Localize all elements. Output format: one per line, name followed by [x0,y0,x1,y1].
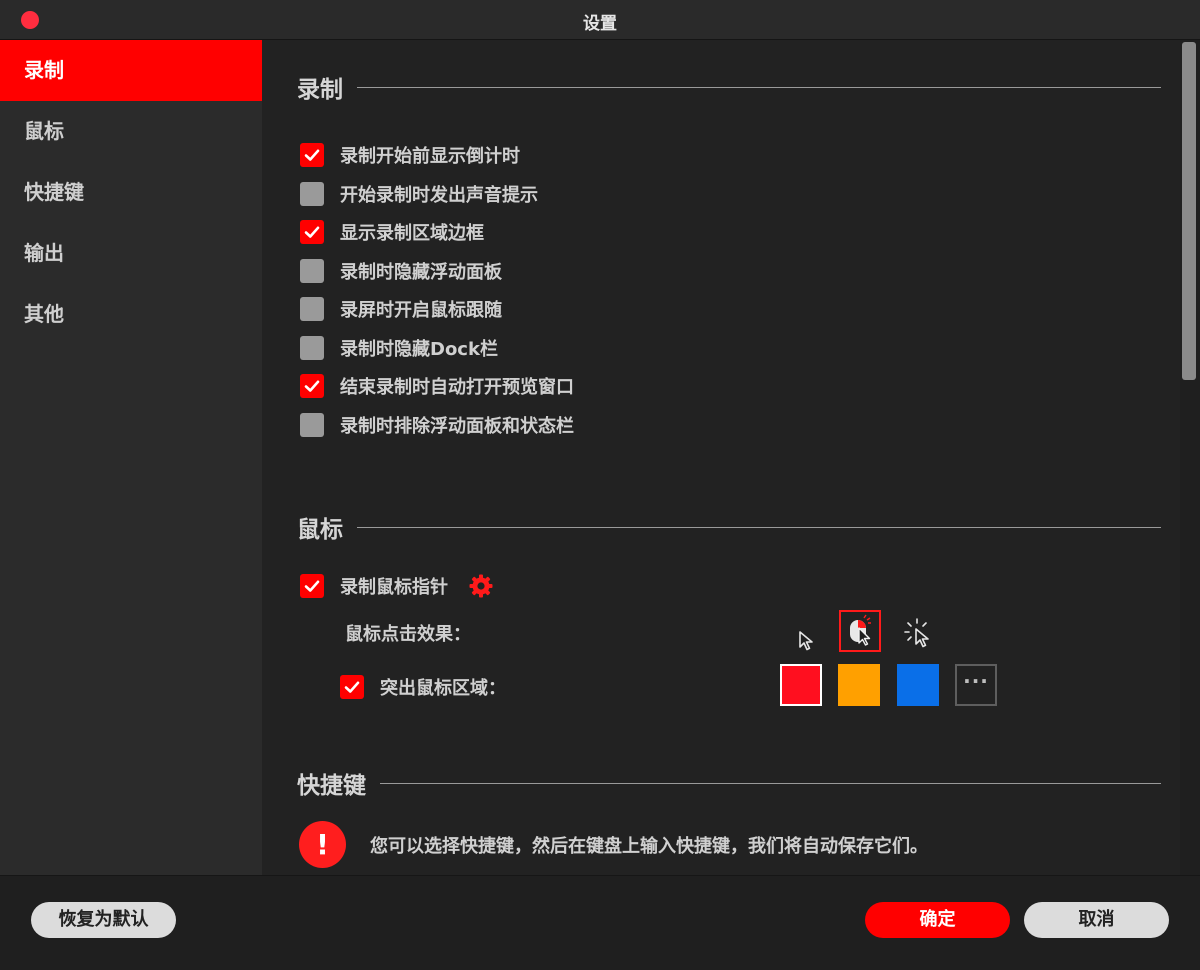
option-label: 录制时排除浮动面板和状态栏 [340,416,574,437]
sidebar-item-recording[interactable]: 录制 [0,40,262,101]
info-alert-icon: ! [299,821,346,868]
option-highlight-mouse-area[interactable]: 突出鼠标区域： [340,674,506,700]
sidebar-item-other[interactable]: 其他 [0,284,262,345]
checkbox-unchecked[interactable] [300,182,324,206]
checkbox-unchecked[interactable] [300,336,324,360]
window-title: 设置 [583,14,617,34]
option-label: 显示录制区域边框 [340,223,484,244]
settings-content: 录制 录制开始前显示倒计时 开始录制时发出声音提示 显示录制区域边框 录制时隐藏… [262,40,1180,875]
option-label: 录制鼠标指针 [340,577,448,598]
checkmark-icon [304,380,320,392]
ok-button[interactable]: 确定 [865,902,1010,938]
plain-cursor-icon [799,631,813,651]
color-swatch-blue[interactable] [897,664,939,706]
option-hide-dock[interactable]: 录制时隐藏Dock栏 [300,335,498,361]
footer: 恢复为默认 确定 取消 [0,875,1200,970]
option-follow-mouse[interactable]: 录屏时开启鼠标跟随 [300,296,502,322]
checkbox-checked[interactable] [300,143,324,167]
sidebar-item-output[interactable]: 输出 [0,223,262,284]
option-countdown[interactable]: 录制开始前显示倒计时 [300,142,520,168]
checkmark-icon [304,580,320,592]
color-swatch-orange[interactable] [838,664,880,706]
restore-defaults-button[interactable]: 恢复为默认 [31,902,176,938]
gear-icon[interactable] [468,573,494,599]
section-title-recording: 录制 [297,77,343,103]
option-show-region-border[interactable]: 显示录制区域边框 [300,219,484,245]
checkbox-checked[interactable] [300,374,324,398]
title-bar: 设置 [0,0,1200,40]
scrollbar-thumb[interactable] [1182,42,1196,380]
sidebar: 录制 鼠标 快捷键 输出 其他 [0,40,262,875]
sidebar-item-shortcuts[interactable]: 快捷键 [0,162,262,223]
click-highlight-cursor-icon [850,614,871,646]
option-open-preview[interactable]: 结束录制时自动打开预览窗口 [300,373,574,399]
cancel-button[interactable]: 取消 [1024,902,1169,938]
click-effect-option-plain[interactable] [786,620,828,662]
checkmark-icon [304,226,320,238]
checkbox-checked[interactable] [300,220,324,244]
checkbox-checked[interactable] [340,675,364,699]
section-title-shortcuts: 快捷键 [297,773,366,799]
click-effect-option-highlight[interactable] [839,610,881,652]
more-colors-button[interactable]: ··· [955,664,997,706]
option-sound-cue[interactable]: 开始录制时发出声音提示 [300,181,538,207]
color-swatch-red[interactable] [780,664,822,706]
sidebar-item-mouse[interactable]: 鼠标 [0,101,262,162]
section-header-shortcuts: 快捷键 [297,768,1161,799]
click-effect-option-burst[interactable] [898,612,940,654]
checkbox-checked[interactable] [300,574,324,598]
checkbox-unchecked[interactable] [300,259,324,283]
option-label: 结束录制时自动打开预览窗口 [340,377,574,398]
click-effect-label: 鼠标点击效果： [345,624,471,645]
section-title-mouse: 鼠标 [297,517,343,543]
option-hide-floating-panel[interactable]: 录制时隐藏浮动面板 [300,258,502,284]
option-exclude-panel-statusbar[interactable]: 录制时排除浮动面板和状态栏 [300,412,574,438]
option-label: 录屏时开启鼠标跟随 [340,300,502,321]
checkbox-unchecked[interactable] [300,297,324,321]
section-divider [357,526,1161,528]
section-header-recording: 录制 [297,72,1161,103]
section-divider [380,782,1161,784]
click-burst-cursor-icon [904,618,929,648]
option-label: 开始录制时发出声音提示 [340,185,538,206]
checkbox-unchecked[interactable] [300,413,324,437]
scrollbar[interactable] [1180,40,1200,875]
section-header-mouse: 鼠标 [297,512,1161,543]
option-label: 突出鼠标区域： [380,678,506,699]
checkmark-icon [344,681,360,693]
shortcuts-info-text: 您可以选择快捷键，然后在键盘上输入快捷键，我们将自动保存它们。 [370,836,928,857]
option-label: 录制时隐藏浮动面板 [340,262,502,283]
option-label: 录制开始前显示倒计时 [340,146,520,167]
option-record-pointer[interactable]: 录制鼠标指针 [300,573,494,599]
section-divider [357,86,1161,88]
checkmark-icon [304,149,320,161]
option-label: 录制时隐藏Dock栏 [340,339,498,360]
